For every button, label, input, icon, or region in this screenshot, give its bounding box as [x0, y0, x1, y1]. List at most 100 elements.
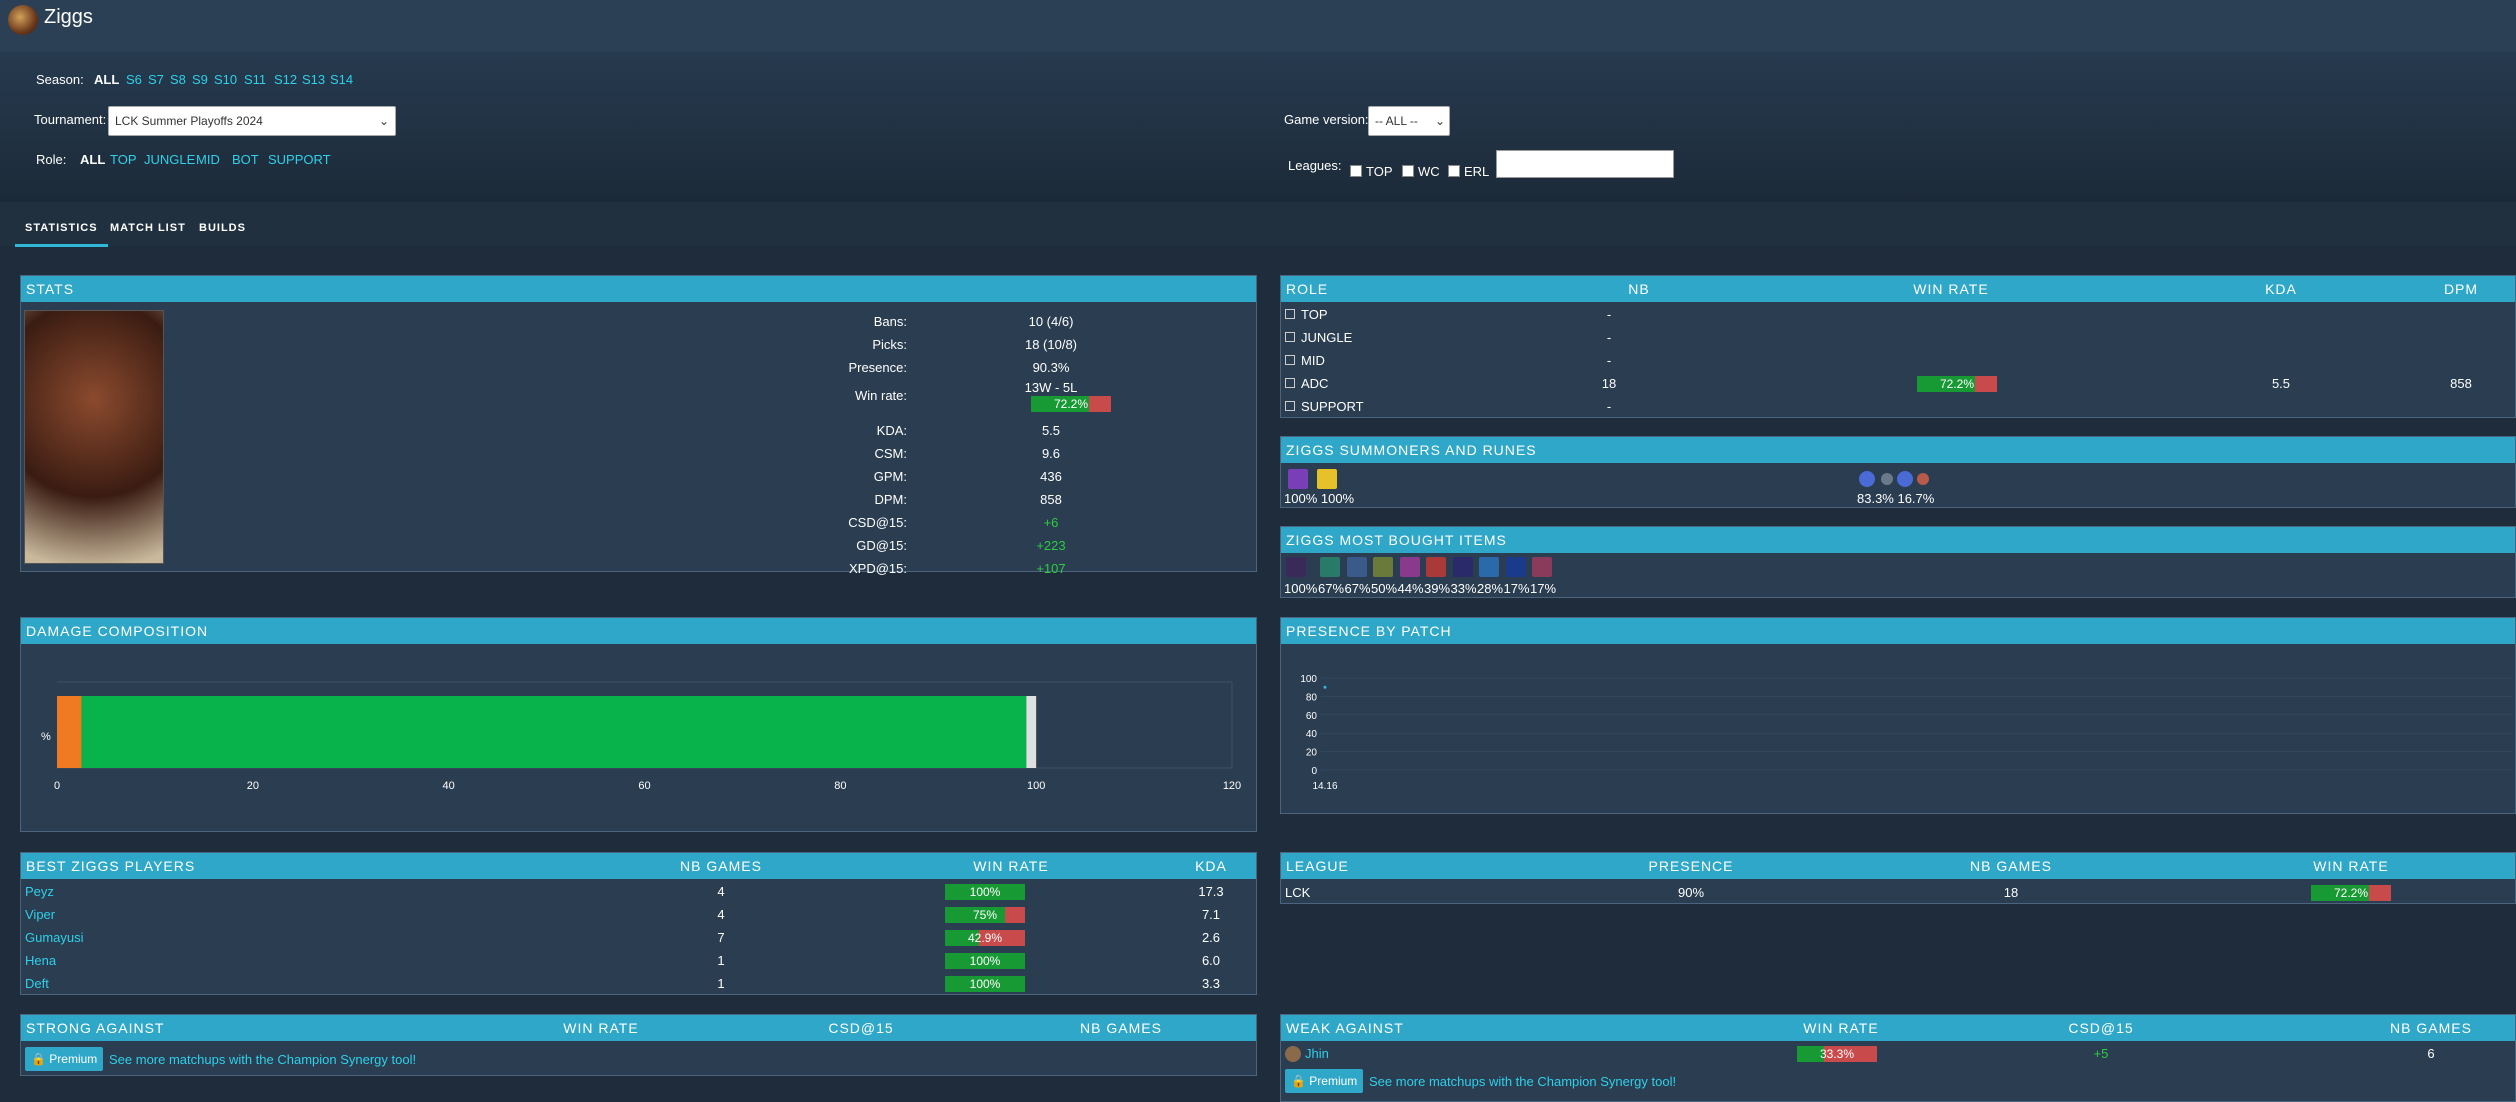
- item-icon: [1505, 557, 1526, 577]
- tournament-select[interactable]: LCK Summer Playoffs 2024 ⌄: [108, 106, 396, 136]
- role-nb: -: [1606, 307, 1612, 322]
- season-link-s12[interactable]: S12: [274, 72, 297, 87]
- season-link-s10[interactable]: S10: [214, 72, 237, 87]
- role-dpm: 858: [2450, 376, 2472, 391]
- league-checkbox-top[interactable]: TOP: [1350, 164, 1393, 179]
- weak-win-rate-bar: 33.3%: [1797, 1046, 1877, 1062]
- role-label: Role:: [36, 152, 67, 167]
- player-link-gumayusi[interactable]: Gumayusi: [25, 930, 84, 945]
- presence-panel: PRESENCE BY PATCH 100 80 60 40 20 0 14.16: [1280, 617, 2516, 814]
- role-nb: -: [1606, 353, 1612, 368]
- player-win-rate-bar: 100%: [945, 976, 1025, 992]
- leagues-label: Leagues:: [1288, 158, 1342, 173]
- damage-bar-segment: [57, 696, 82, 768]
- top-bar: Ziggs: [0, 0, 2516, 52]
- premium-button[interactable]: 🔒 Premium: [1285, 1069, 1364, 1093]
- synergy-link[interactable]: See more matchups with the Champion Syne…: [1369, 1074, 1676, 1089]
- season-link-s13[interactable]: S13: [302, 72, 325, 87]
- stat-label: CSM:: [874, 446, 908, 461]
- season-link-s11[interactable]: S11: [244, 72, 266, 87]
- y-tick-label: 20: [1306, 748, 1318, 759]
- chevron-down-icon: ⌄: [378, 114, 389, 128]
- item-pct: 44%: [1397, 581, 1424, 596]
- items-header: ZIGGS MOST BOUGHT ITEMS: [1281, 527, 2515, 553]
- player-link-viper[interactable]: Viper: [25, 907, 55, 922]
- role-name: ADC: [1301, 376, 1329, 391]
- summoners-header: ZIGGS SUMMONERS AND RUNES: [1281, 437, 2515, 463]
- season-link-s9[interactable]: S9: [192, 72, 208, 87]
- role-nb: -: [1606, 399, 1612, 414]
- role-link-support[interactable]: SUPPORT: [268, 152, 331, 167]
- champion-portrait: [24, 310, 164, 564]
- stats-header: STATS: [21, 276, 1256, 302]
- y-tick-label: 100: [1300, 674, 1317, 685]
- game-version-select[interactable]: -- ALL -- ⌄: [1368, 106, 1450, 136]
- player-link-hena[interactable]: Hena: [25, 953, 56, 968]
- filters-panel: Season: ALL S6 S7 S8 S9 S10 S11 S12 S13 S14 Tourn…: [0, 52, 2516, 202]
- synergy-link[interactable]: See more matchups with the Champion Syne…: [109, 1052, 416, 1067]
- league-checkbox-wc[interactable]: WC: [1402, 164, 1440, 179]
- y-tick-label: 80: [1306, 692, 1318, 703]
- season-link-all[interactable]: ALL: [94, 72, 119, 87]
- x-tick-label: 80: [834, 780, 846, 792]
- chevron-down-icon: ⌄: [1434, 114, 1445, 128]
- x-tick-label: 60: [638, 780, 650, 792]
- role-nb: -: [1606, 330, 1612, 345]
- damage-chart: % 0 20 40 60 80 100 120: [41, 681, 1241, 792]
- season-link-s8[interactable]: S8: [170, 72, 186, 87]
- item-pct: 67%: [1318, 581, 1345, 596]
- player-link-deft[interactable]: Deft: [25, 976, 49, 991]
- role-link-top[interactable]: TOP: [110, 152, 137, 167]
- jhin-avatar: [1285, 1046, 1301, 1062]
- x-tick-label: 14.16: [1312, 781, 1337, 792]
- player-link-peyz[interactable]: Peyz: [25, 884, 54, 899]
- best-players-header: BEST ZIGGS PLAYERS NB GAMES WIN RATE KDA: [21, 853, 1256, 879]
- league-presence: 90%: [1677, 885, 1705, 900]
- x-tick-label: 120: [1223, 780, 1241, 792]
- stat-label: CSD@15:: [848, 515, 907, 530]
- weak-games: 6: [2427, 1046, 2435, 1061]
- player-games: 1: [717, 976, 725, 991]
- adc-role-icon: [1285, 378, 1295, 388]
- tab-statistics[interactable]: STATISTICS: [15, 222, 108, 247]
- tab-builds[interactable]: BUILDS: [199, 222, 246, 234]
- player-kda: 3.3: [1201, 976, 1221, 991]
- league-checkbox-erl[interactable]: ERL: [1448, 164, 1489, 179]
- league-search-input[interactable]: [1496, 150, 1674, 178]
- role-link-bot[interactable]: BOT: [232, 152, 259, 167]
- item-icon: [1286, 557, 1306, 577]
- item-icon: [1346, 557, 1367, 577]
- damage-bar-segment: [81, 696, 1027, 768]
- jungle-role-icon: [1285, 332, 1295, 342]
- role-link-jungle[interactable]: JUNGLE: [144, 152, 195, 167]
- stat-label: Bans:: [873, 314, 907, 329]
- player-kda: 17.3: [1198, 884, 1224, 899]
- rune-icon: [1897, 471, 1913, 487]
- flash-spell-icon: [1288, 469, 1308, 489]
- season-link-s6[interactable]: S6: [126, 72, 142, 87]
- stat-label: Win rate:: [854, 388, 907, 403]
- stat-label: XPD@15:: [849, 561, 907, 576]
- page-title: Ziggs: [44, 6, 93, 28]
- item-icon: [1399, 557, 1420, 577]
- season-label: Season:: [36, 72, 84, 87]
- role-kda: 5.5: [2271, 376, 2291, 391]
- stat-label: Picks:: [872, 337, 907, 352]
- tab-match-list[interactable]: MATCH LIST: [110, 222, 186, 234]
- league-name: LCK: [1285, 885, 1311, 900]
- role-link-mid[interactable]: MID: [196, 152, 220, 167]
- season-link-s14[interactable]: S14: [330, 72, 353, 87]
- top-role-icon: [1285, 309, 1295, 319]
- role-link-all[interactable]: ALL: [80, 152, 105, 167]
- role-name: SUPPORT: [1301, 399, 1364, 414]
- premium-button[interactable]: 🔒 Premium: [25, 1047, 104, 1071]
- rune-icon: [1859, 471, 1875, 487]
- weak-against-panel: WEAK AGAINST WIN RATE CSD@15 NB GAMES Jh…: [1280, 1014, 2516, 1102]
- weak-champ-link[interactable]: Jhin: [1305, 1046, 1329, 1061]
- damage-bar-segment: [1026, 696, 1037, 768]
- league-win-rate-bar: 72.2%: [2311, 885, 2391, 901]
- win-rate-bar: 72.2%: [1031, 396, 1111, 412]
- player-games: 4: [717, 907, 725, 922]
- season-link-s7[interactable]: S7: [148, 72, 164, 87]
- role-win-rate-bar: 72.2%: [1917, 376, 1997, 392]
